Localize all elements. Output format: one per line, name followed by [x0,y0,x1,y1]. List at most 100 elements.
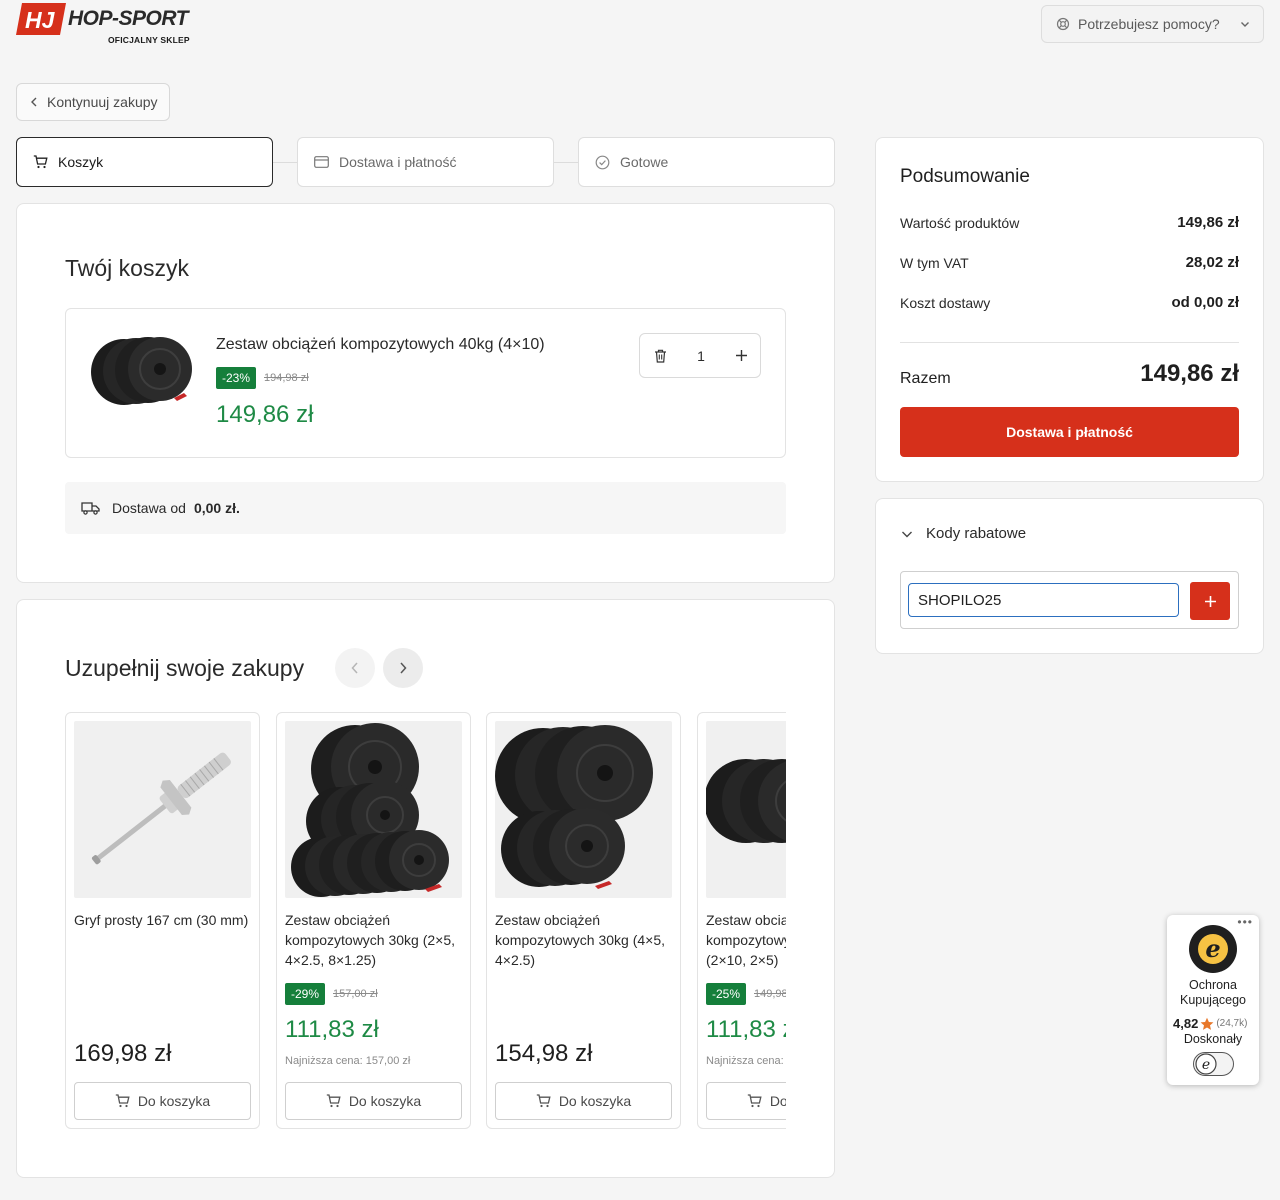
cart-icon [326,1094,341,1108]
cart-item-name[interactable]: Zestaw obciążeń kompozytowych 40kg (4×10… [216,336,545,354]
summary-row-value: od 0,00 zł [1171,294,1239,311]
product-old-price: 149,98 zł [754,988,786,1000]
product-old-price: 157,00 zł [333,988,378,1000]
summary-total-label: Razem [900,370,951,387]
summary-row: W tym VAT 28,02 zł [900,254,1239,271]
cart-item-price: 149,86 zł [216,401,314,428]
summary-row-label: Koszt dostawy [900,294,991,311]
cart-icon [747,1094,762,1108]
trusted-shops-grade: Doskonały [1183,1032,1243,1046]
product-discount-badge: -25% [706,983,747,1005]
cart-title: Twój koszyk [65,255,189,281]
promo-code-input[interactable] [908,583,1179,617]
summary-row-label: Wartość produktów [900,214,1020,231]
help-label: Potrzebujesz pomocy? [1078,16,1220,32]
truck-icon [81,502,100,515]
trusted-shops-rating: 4,82 (24,7k) [1173,1016,1247,1031]
product-name[interactable]: Gryf prosty 167 cm (30 mm) [74,910,250,930]
product-card: Gryf prosty 167 cm (30 mm) 169,98 zł Do … [65,712,260,1129]
plus-icon [1204,595,1216,607]
help-dropdown[interactable]: Potrzebujesz pomocy? [1041,5,1264,43]
add-to-cart-button[interactable]: Do koszyka [495,1082,672,1120]
product-image[interactable] [285,721,462,898]
product-image[interactable] [706,721,786,898]
step-delivery-label: Dostawa i płatność [339,154,457,170]
add-to-cart-button[interactable]: Do koszyka [74,1082,251,1120]
product-discount-badge: -29% [285,983,326,1005]
step-delivery-payment[interactable]: Dostawa i płatność [297,137,554,187]
promo-title: Kody rabatowe [926,525,1027,542]
quantity-stepper: 1 [639,333,761,378]
product-lowest-price: Najniższa cena: 149,98 zł [706,1055,786,1067]
svg-text:e: e [1205,934,1220,963]
trusted-shops-seal-icon: e [1189,925,1237,973]
summary-divider [900,342,1239,343]
delivery-value: 0,00 zł. [193,500,240,516]
recommendations-carousel: Gryf prosty 167 cm (30 mm) 169,98 zł Do … [65,712,786,1130]
add-to-cart-button[interactable]: Do koszyka [706,1082,786,1120]
recommendations-title: Uzupełnij swoje zakupy [65,655,305,681]
summary-row-value: 149,86 zł [1177,214,1239,231]
delivery-label: Dostawa od [112,500,186,516]
product-lowest-price: Najniższa cena: 157,00 zł [285,1055,411,1067]
step-connector [554,162,578,163]
add-to-cart-label: Do koszyka [137,1093,211,1109]
continue-shopping-label: Kontynuuj zakupy [47,94,158,110]
product-image[interactable] [74,721,251,898]
cart-icon [115,1094,130,1108]
rating-value: 4,82 [1173,1016,1199,1031]
cart-icon [536,1094,551,1108]
trusted-shops-line2: Kupującego [1179,993,1247,1007]
product-card: Zestaw obciążeń kompozytowych 30kg (2×5,… [276,712,471,1129]
svg-text:HJ: HJ [25,7,56,33]
cart-icon [33,155,48,169]
trusted-shops-badge[interactable]: ••• e Ochrona Kupującego 4,82 (24,7k) Do… [1167,915,1259,1085]
product-name[interactable]: Zestaw obciążeń kompozytowych 30kg (2×10… [706,910,786,970]
product-card: Zestaw obciążeń kompozytowych 30kg (2×10… [697,712,786,1129]
chevron-down-icon [902,531,912,537]
summary-title: Podsumowanie [900,166,1030,187]
chevron-left-icon [31,97,37,107]
product-price: 169,98 zł [74,1040,172,1067]
continue-shopping-button[interactable]: Kontynuuj zakupy [16,83,170,121]
trash-icon[interactable] [654,349,667,363]
brand-logo[interactable]: HJ HOP-SPORT OFICJALNY SKLEP [16,2,196,46]
product-name[interactable]: Zestaw obciążeń kompozytowych 30kg (4×5,… [495,910,671,970]
svg-text:e: e [1202,1057,1210,1073]
summary-row-value: 28,02 zł [1185,254,1239,271]
promo-toggle[interactable]: Kody rabatowe [900,525,1026,542]
proceed-to-delivery-button[interactable]: Dostawa i płatność [900,407,1239,457]
credit-card-icon [314,156,329,168]
carousel-prev-button[interactable] [335,648,375,688]
lifebuoy-icon [1056,17,1070,31]
chevron-down-icon [1241,22,1249,27]
chevron-right-icon [400,662,407,674]
cart-item-discount-badge: -23% [216,367,257,389]
quantity-value[interactable]: 1 [697,348,705,364]
step-done[interactable]: Gotowe [578,137,835,187]
apply-promo-button[interactable] [1190,582,1230,620]
trusted-shops-line1: Ochrona [1189,978,1237,992]
add-to-cart-button[interactable]: Do koszyka [285,1082,462,1120]
product-price: 111,83 zł [706,1016,786,1043]
product-image[interactable] [495,721,672,898]
plus-icon[interactable] [735,349,748,362]
product-name[interactable]: Zestaw obciążeń kompozytowych 30kg (2×5,… [285,910,461,970]
weight-plates-thumbnail[interactable] [88,332,196,410]
product-price: 154,98 zł [495,1040,593,1067]
more-options-icon[interactable]: ••• [1237,915,1253,929]
trusted-shops-logo-icon: e [1195,1053,1217,1075]
carousel-next-button[interactable] [383,648,423,688]
step-cart[interactable]: Koszyk [16,137,273,187]
step-connector [273,162,297,163]
product-price: 111,83 zł [285,1016,379,1043]
add-to-cart-label: Do koszyka [348,1093,422,1109]
add-to-cart-label: Do koszyka [769,1093,786,1109]
summary-total-value: 149,86 zł [1140,360,1239,387]
trusted-shops-toggle[interactable]: e [1193,1052,1234,1076]
add-to-cart-label: Do koszyka [558,1093,632,1109]
product-card: Zestaw obciążeń kompozytowych 30kg (4×5,… [486,712,681,1129]
logo-subtitle: OFICJALNY SKLEP [108,35,190,45]
cart-item-old-price: 194,98 zł [264,372,309,384]
star-icon [1200,1017,1214,1030]
